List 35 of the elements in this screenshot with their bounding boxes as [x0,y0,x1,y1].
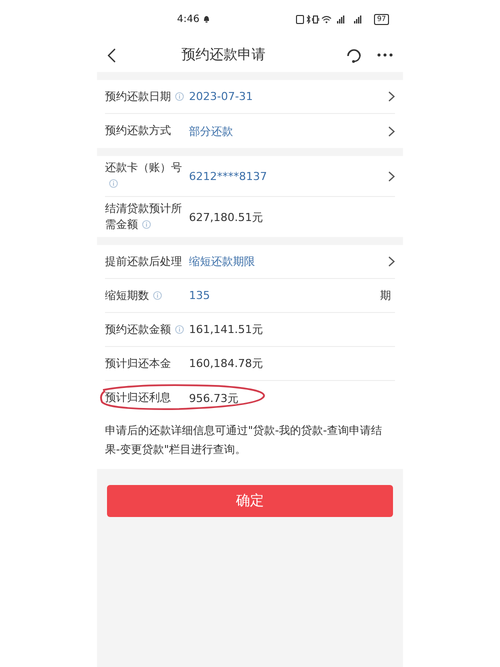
field-value: 627,180.51元 [188,210,264,224]
info-icon[interactable] [109,179,118,188]
info-icon[interactable] [175,324,184,334]
field-value: 160,184.78元 [188,356,264,371]
back-button[interactable] [107,48,116,62]
field-value: 161,141.51元 [188,322,264,337]
field-value[interactable]: 部分还款 [185,124,388,138]
field-label: 预计归还利息 [105,390,172,406]
unit-label: 期 [380,288,391,303]
chevron-right-icon [388,256,395,267]
input-field[interactable]: 135 [185,289,380,302]
notification-icon [203,15,210,23]
field-label: 预约还款方式 [105,123,172,139]
field-label: 缩短期数 [105,288,185,304]
info-icon[interactable] [153,290,162,300]
page-title: 预约还款申请 [180,46,266,64]
field-value[interactable]: 2023-07-31 [185,90,388,103]
info-note: 申请后的还款详细信息可通过"贷款-我的贷款-查询申请结果-变更贷款"栏目进行查询。 [97,415,403,469]
field-label: 预约还款金额 [105,322,185,338]
info-icon[interactable] [175,92,184,100]
field-label: 提前还款后处理 [105,254,183,270]
field-value[interactable]: 缩短还款期限 [185,254,388,269]
field-value: 956.73元 [188,390,240,406]
info-icon[interactable] [142,220,151,229]
field-label: 还款卡（账）号 [105,160,185,192]
field-label: 预约还款日期 [105,88,185,104]
field-value[interactable]: 6212****8137 [185,170,388,182]
more-button[interactable] [377,53,393,57]
field-label: 结清贷款预计所需金额 [105,201,183,233]
field-label: 预计归还本金 [105,356,172,372]
status-time: 4:46 [177,14,200,24]
confirm-button[interactable]: 确定 [107,485,393,517]
chevron-right-icon [388,170,395,182]
chevron-right-icon [388,91,395,102]
chevron-right-icon [388,126,395,136]
